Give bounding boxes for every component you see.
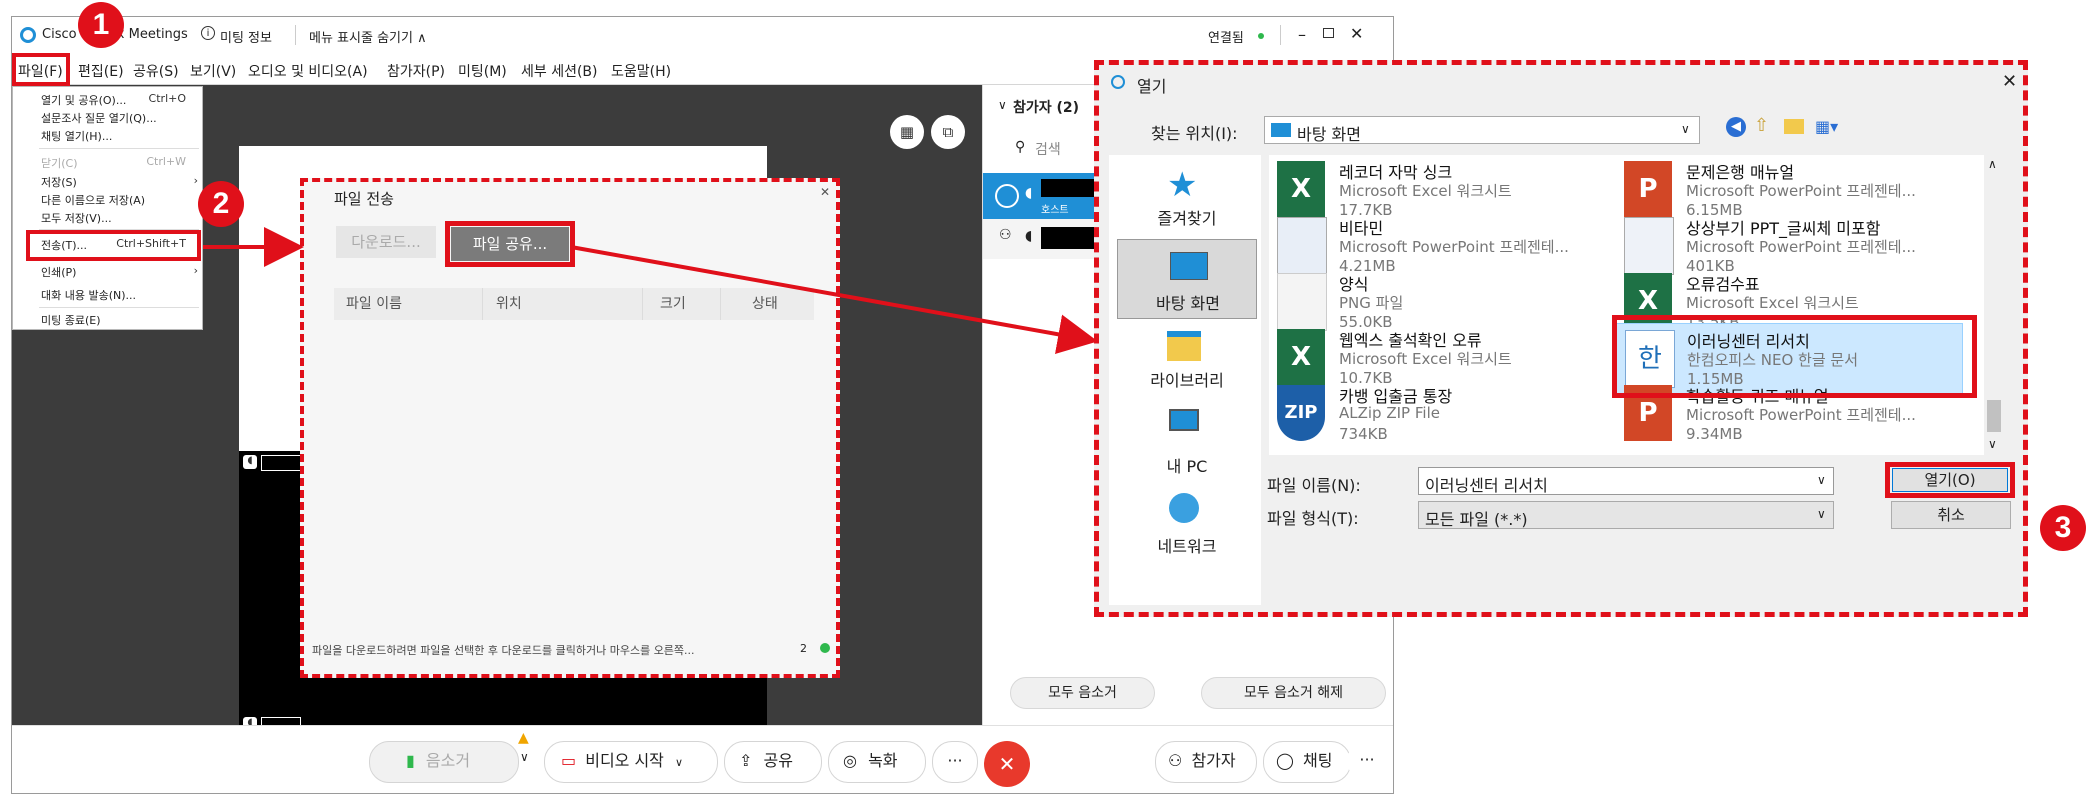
- step-badge-3: 3: [2040, 505, 2086, 551]
- annotation-arrows: [203, 227, 1098, 355]
- step-badge-1: 1: [78, 2, 124, 48]
- arrow-to-open-dialog: [570, 245, 1098, 355]
- step-badge-2: 2: [198, 181, 244, 227]
